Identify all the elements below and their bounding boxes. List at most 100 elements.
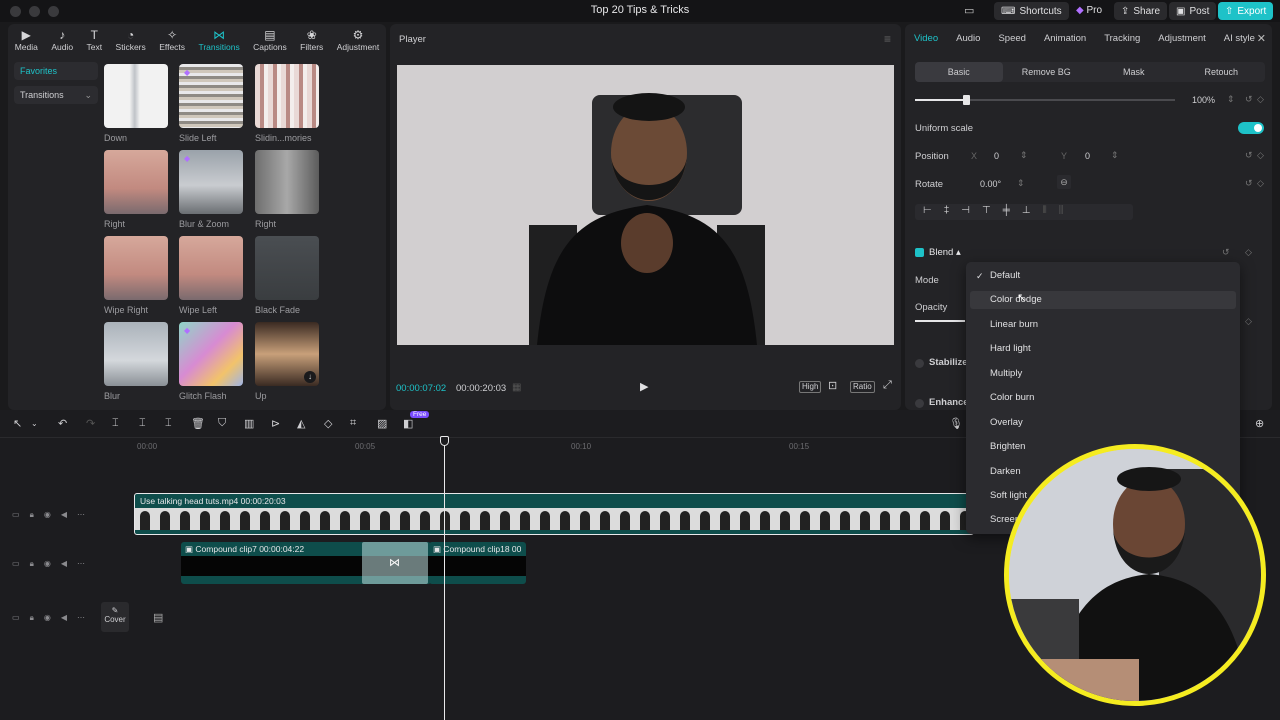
tab-adjustment[interactable]: ⚙ Adjustment (330, 24, 386, 56)
align-right-icon[interactable]: ⊣ (961, 205, 970, 219)
more-icon[interactable]: ⋯ (77, 559, 85, 569)
blend-option-soft-light[interactable]: Soft light (990, 490, 1027, 501)
tab-adjustment-props[interactable]: Adjustment (1149, 24, 1215, 52)
transition-tile[interactable]: ◆ Slide Left (179, 64, 243, 143)
track-icon[interactable]: ▭ (12, 613, 20, 623)
zoom-in-icon[interactable]: ⊕ (1255, 417, 1264, 430)
speaker-icon[interactable]: ◀ (61, 510, 67, 520)
chevron-down-icon[interactable]: ⌄ (31, 419, 38, 428)
reset-icon[interactable]: ↺ (1245, 94, 1253, 105)
transition-tile[interactable]: Down (104, 64, 168, 143)
freeze-icon[interactable]: ▥ (244, 417, 254, 430)
transition-tile[interactable]: Black Fade (255, 236, 319, 315)
distribute-h-icon[interactable]: ⫴ (1043, 205, 1047, 219)
stabilize-checkbox[interactable] (915, 359, 924, 368)
split-right-icon[interactable]: ⌶ (165, 417, 172, 430)
transition-tile[interactable]: Slidin...mories (255, 64, 319, 143)
tab-captions[interactable]: ▤ Captions (246, 24, 293, 56)
transition-tile[interactable]: Blur (104, 322, 168, 401)
blend-option-darken[interactable]: Darken (990, 466, 1021, 477)
blend-checkbox[interactable] (915, 248, 924, 257)
blend-option-linear-burn[interactable]: Linear burn (990, 319, 1038, 330)
uniform-scale-toggle[interactable] (1238, 122, 1264, 134)
more-icon[interactable]: ⋯ (77, 613, 85, 623)
main-video-clip[interactable]: Use talking head tuts.mp4 00:00:20:03 (134, 493, 974, 535)
stepper-icon[interactable]: ⇕ (1111, 150, 1119, 161)
transition-tile[interactable]: ↓ Up (255, 322, 319, 401)
keyframe-icon[interactable]: ◇ (1257, 94, 1264, 105)
transition-tile[interactable]: ◆ Glitch Flash (179, 322, 243, 401)
align-top-icon[interactable]: ⊤ (982, 205, 991, 219)
post-button[interactable]: ▣ Post (1169, 2, 1217, 20)
split-icon[interactable]: ⌶ (112, 417, 119, 430)
tab-audio[interactable]: ♪ Audio (45, 24, 80, 56)
delete-icon[interactable]: 🗑 (191, 417, 205, 430)
video-preview[interactable] (397, 65, 894, 345)
track-icon[interactable]: ▭ (12, 510, 20, 520)
tab-speed[interactable]: Speed (989, 24, 1034, 52)
tab-effects[interactable]: ✧ Effects (152, 24, 191, 56)
subtab-retouch[interactable]: Retouch (1178, 62, 1266, 82)
blend-header[interactable]: Blend ▴ (929, 247, 961, 258)
tab-transitions[interactable]: ⋈ Transitions (192, 24, 247, 56)
transition-tile[interactable]: Wipe Left (179, 236, 243, 315)
transition-tile[interactable]: Right (255, 150, 319, 229)
position-x-input[interactable]: 0 (994, 151, 999, 161)
quality-button[interactable]: High (799, 381, 822, 393)
shortcuts-button[interactable]: ⌨ Shortcuts (994, 2, 1069, 20)
reset-icon[interactable]: ↺ (1245, 150, 1253, 161)
align-center-h-icon[interactable]: ‡ (944, 205, 950, 219)
lock-icon[interactable]: 🔒︎ (30, 559, 34, 569)
tab-media[interactable]: ▶ Media (8, 24, 45, 56)
playhead[interactable] (444, 440, 445, 720)
track-icon[interactable]: ▭ (12, 559, 20, 569)
reverse-icon[interactable]: ⊳ (271, 417, 280, 430)
eye-icon[interactable]: ◉ (44, 559, 51, 569)
scale-value[interactable]: 100% (1192, 95, 1215, 105)
smart-cut-icon[interactable]: ◧ (403, 417, 413, 430)
select-tool-icon[interactable]: ↖ (13, 417, 22, 430)
microphone-icon[interactable]: 🎙 (949, 417, 963, 430)
auto-reframe-icon[interactable]: ▨ (377, 417, 387, 430)
speaker-icon[interactable]: ◀ (61, 559, 67, 569)
transition-tile[interactable]: ◆ Blur & Zoom (179, 150, 243, 229)
marker-icon[interactable]: ⛉ (218, 417, 226, 430)
more-icon[interactable]: ⋯ (77, 510, 85, 520)
subtab-remove-bg[interactable]: Remove BG (1003, 62, 1091, 82)
subtab-basic[interactable]: Basic (915, 62, 1003, 82)
reset-icon[interactable]: ↺ (1222, 247, 1230, 258)
tab-video[interactable]: Video (905, 24, 947, 52)
sidebar-item-favorites[interactable]: Favorites (14, 62, 98, 80)
play-button[interactable]: ▶ (640, 380, 648, 393)
download-icon[interactable]: ↓ (304, 371, 316, 383)
stepper-icon[interactable]: ⇕ (1227, 94, 1235, 105)
scale-slider-handle[interactable] (963, 95, 970, 105)
blend-option-color-burn[interactable]: Color burn (990, 392, 1034, 403)
crop-icon[interactable]: ⌗ (350, 417, 356, 430)
cover-button[interactable]: ✎ Cover (101, 602, 129, 632)
align-center-v-icon[interactable]: ╪ (1003, 205, 1010, 219)
ratio-button[interactable]: Ratio (850, 381, 875, 393)
rotate-tool-icon[interactable]: ◇ (324, 417, 332, 430)
playhead-handle[interactable] (440, 436, 449, 446)
eye-icon[interactable]: ◉ (44, 613, 51, 623)
tab-tracking[interactable]: Tracking (1095, 24, 1149, 52)
stepper-icon[interactable]: ⇕ (1017, 178, 1025, 189)
opacity-slider[interactable] (915, 320, 965, 322)
reset-icon[interactable]: ↺ (1245, 178, 1253, 189)
transition-icon[interactable]: ⋈ (389, 556, 400, 569)
enhance-checkbox[interactable] (915, 399, 924, 408)
distribute-v-icon[interactable]: ⫼ (1059, 205, 1064, 219)
split-left-icon[interactable]: ⌶ (139, 417, 146, 430)
eye-icon[interactable]: ◉ (44, 510, 51, 520)
tab-animation[interactable]: Animation (1035, 24, 1095, 52)
fullscreen-icon[interactable]: ⤢ (883, 379, 892, 392)
transition-tile[interactable]: Wipe Right (104, 236, 168, 315)
close-icon[interactable]: ✕ (1257, 32, 1266, 45)
keyframe-icon[interactable]: ◇ (1245, 316, 1252, 327)
export-button[interactable]: ⇧ Export (1218, 2, 1274, 20)
lock-icon[interactable]: 🔒︎ (30, 613, 34, 623)
rotate-input[interactable]: 0.00° (980, 179, 1001, 189)
redo-icon[interactable]: ↷ (86, 417, 95, 430)
keyframe-icon[interactable]: ◇ (1257, 150, 1264, 161)
